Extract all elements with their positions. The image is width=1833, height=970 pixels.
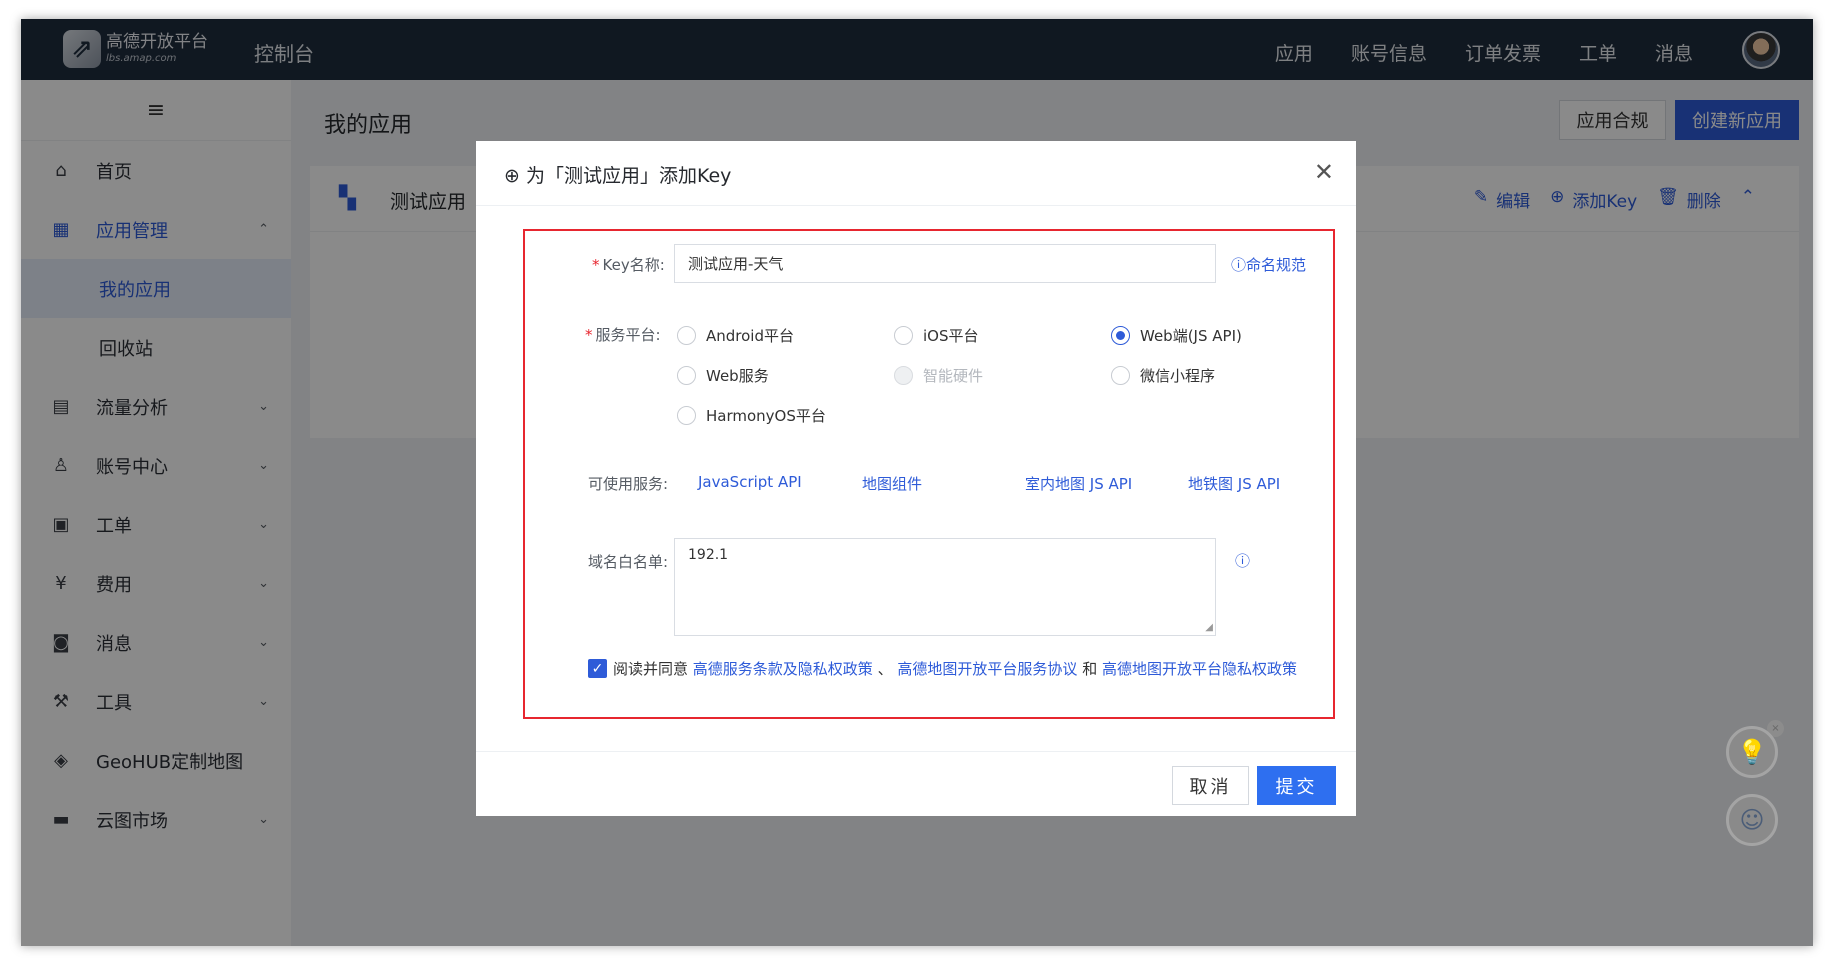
privacy-policy-link[interactable]: 高德地图开放平台隐私权政策 (1102, 658, 1297, 679)
support-bot-icon[interactable]: ☺ (1726, 794, 1778, 846)
modal-title-text: 为「测试应用」添加Key (525, 165, 732, 187)
radio-smart-hardware: 智能硬件 (894, 365, 983, 386)
agree-checkbox[interactable]: ✓ (588, 659, 607, 678)
naming-rule-text: 命名规范 (1246, 256, 1307, 274)
radio-circle (677, 406, 696, 425)
radio-circle (677, 366, 696, 385)
service-link-javascript-api[interactable]: JavaScript API (698, 473, 802, 491)
submit-button[interactable]: 提交 (1257, 766, 1336, 805)
platform-label-text: 服务平台: (595, 326, 661, 344)
agree-prefix: 阅读并同意 (613, 660, 689, 678)
agree-and: 和 (1082, 660, 1098, 678)
radio-web-service[interactable]: Web服务 (677, 365, 769, 386)
help-circle-icon[interactable]: ⓘ (1235, 550, 1250, 571)
radio-label: Web端(JS API) (1140, 327, 1242, 345)
radio-label: Web服务 (706, 367, 769, 385)
naming-rule-link[interactable]: ⓘ命名规范 (1231, 254, 1306, 275)
radio-circle-disabled (894, 366, 913, 385)
cancel-button[interactable]: 取消 (1172, 766, 1249, 805)
radio-ios[interactable]: iOS平台 (894, 325, 979, 346)
terms-link[interactable]: 高德服务条款及隐私权政策 (693, 658, 873, 679)
key-name-label: * Key名称: (592, 254, 665, 275)
radio-circle (677, 326, 696, 345)
add-circle-icon: ⊕ (504, 165, 520, 187)
modal-header: ⊕ 为「测试应用」添加Key ✕ (476, 141, 1356, 206)
resize-grip-icon[interactable]: ◢ (1205, 622, 1213, 633)
service-link-indoor-map[interactable]: 室内地图 JS API (1025, 473, 1132, 494)
modal-footer: 取消 提交 (476, 751, 1356, 816)
add-key-modal: ⊕ 为「测试应用」添加Key ✕ * Key名称: 测试应用-天气 ⓘ命名规范 *… (476, 141, 1356, 816)
help-circle-icon: ⓘ (1231, 256, 1247, 274)
whitelist-label: 域名白名单: (588, 553, 669, 571)
radio-label: 智能硬件 (923, 367, 984, 385)
radio-harmonyos[interactable]: HarmonyOS平台 (677, 405, 826, 426)
radio-label: 微信小程序 (1140, 367, 1216, 385)
domain-whitelist-textarea[interactable]: 192.1 ◢ (674, 538, 1216, 636)
required-marker: * (592, 256, 600, 274)
radio-label: iOS平台 (923, 327, 979, 345)
radio-circle-checked (1111, 326, 1130, 345)
radio-label: Android平台 (706, 327, 794, 345)
close-icon[interactable]: ✕ (1314, 158, 1334, 186)
radio-label: HarmonyOS平台 (706, 407, 826, 425)
radio-android[interactable]: Android平台 (677, 325, 794, 346)
radio-circle (894, 326, 913, 345)
service-link-map-component[interactable]: 地图组件 (862, 473, 922, 494)
platform-label: * 服务平台: (585, 324, 661, 345)
radio-circle (1111, 366, 1130, 385)
lightbulb-icon[interactable]: 💡 (1726, 726, 1778, 778)
service-link-subway-map[interactable]: 地铁图 JS API (1188, 473, 1280, 494)
app-window: ⇗ 高德开放平台 lbs.amap.com 控制台 应用 账号信息 订单发票 工… (21, 19, 1813, 946)
agree-separator: 、 (877, 660, 893, 678)
service-agreement-link[interactable]: 高德地图开放平台服务协议 (897, 658, 1077, 679)
radio-wechat-miniprogram[interactable]: 微信小程序 (1111, 365, 1215, 386)
required-marker: * (585, 326, 593, 344)
services-label: 可使用服务: (588, 475, 669, 493)
radio-web-js-api[interactable]: Web端(JS API) (1111, 325, 1242, 346)
key-name-input[interactable]: 测试应用-天气 (674, 244, 1216, 283)
modal-title: ⊕ 为「测试应用」添加Key (504, 161, 731, 188)
whitelist-text: 192.1 (688, 547, 729, 563)
agreement-row: ✓ 阅读并同意 高德服务条款及隐私权政策 、 高德地图开放平台服务协议 和 高德… (588, 658, 1297, 679)
key-name-label-text: Key名称: (602, 256, 665, 274)
